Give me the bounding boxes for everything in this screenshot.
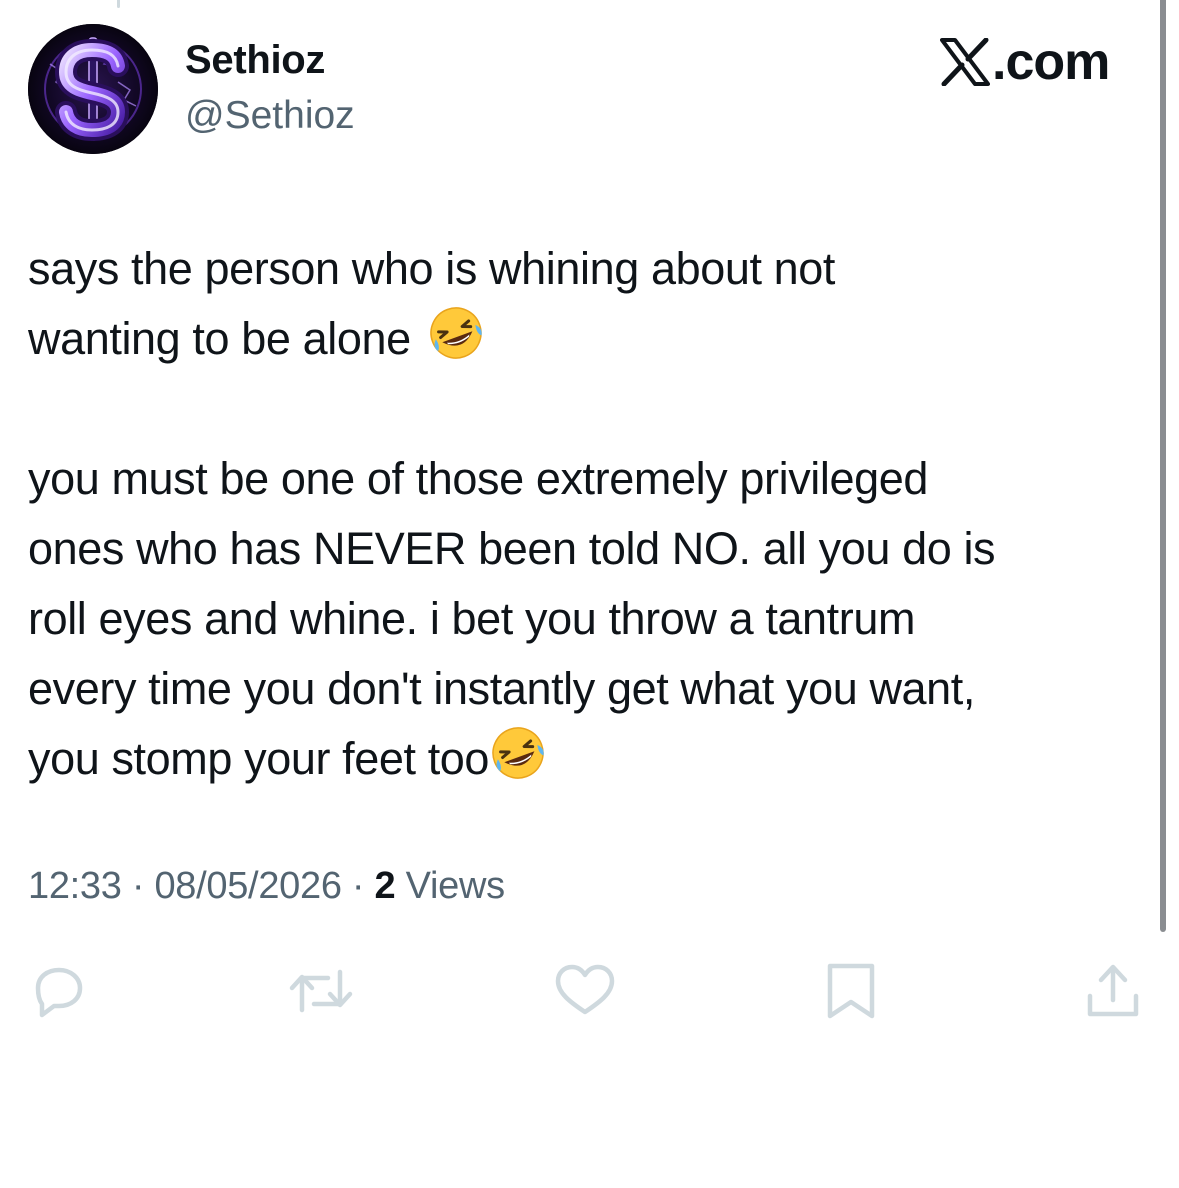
tweet-line: you must be one of those extremely privi…: [28, 444, 1153, 514]
tweet-line: wanting to be alone: [28, 304, 1153, 374]
tweet-line-text: says the person who is whining about not: [28, 243, 836, 294]
tweet-line-text: roll eyes and whine. i bet you throw a t…: [28, 593, 916, 644]
avatar[interactable]: [28, 24, 158, 154]
handle[interactable]: @Sethioz: [185, 94, 355, 138]
share-button[interactable]: [1080, 958, 1146, 1024]
meta-separator: ·: [121, 865, 155, 907]
repost-icon: [289, 969, 353, 1013]
tweet-text: says the person who is whining about not…: [28, 234, 1153, 794]
bookmark-button[interactable]: [818, 958, 884, 1024]
tweet-line-text: you must be one of those extremely privi…: [28, 453, 928, 504]
tweet-line-text: wanting to be alone: [28, 313, 411, 364]
tweet-line-text: ones who has NEVER been told NO. all you…: [28, 523, 996, 574]
rolling-laughing-emoji-icon: [427, 304, 485, 362]
tweet-line-text: you stomp your feet too: [28, 733, 490, 784]
like-button[interactable]: [552, 958, 618, 1024]
tweet-line: ones who has NEVER been told NO. all you…: [28, 514, 1153, 584]
divider-tick: [117, 0, 120, 8]
tweet-line: every time you don't instantly get what …: [28, 654, 1153, 724]
tweet-line: roll eyes and whine. i bet you throw a t…: [28, 584, 1153, 654]
tweet-time[interactable]: 12:33: [28, 865, 122, 907]
x-logo-icon: [940, 38, 990, 86]
display-name[interactable]: Sethioz: [185, 38, 325, 83]
repost-button[interactable]: [288, 958, 354, 1024]
tweet-meta: 12:33 · 08/05/2026 · 2 Views: [28, 865, 505, 908]
tweet-date[interactable]: 08/05/2026: [154, 865, 341, 907]
views-label[interactable]: Views: [395, 865, 505, 907]
brand-logo: .com: [940, 33, 1110, 91]
neon-dollar-sign-avatar: [28, 24, 158, 154]
tweet-line-text: every time you don't instantly get what …: [28, 663, 975, 714]
tweet-line: you stomp your feet too: [28, 724, 1153, 794]
heart-icon: [555, 964, 615, 1015]
reply-icon: [35, 967, 83, 1018]
rolling-laughing-emoji-icon: [489, 724, 547, 782]
tweet-line: says the person who is whining about not: [28, 234, 1153, 304]
views-count[interactable]: 2: [375, 865, 396, 907]
brand-text: .com: [992, 33, 1110, 91]
meta-separator: ·: [341, 865, 375, 907]
bookmark-icon: [827, 963, 875, 1019]
share-icon: [1087, 964, 1139, 1017]
reply-button[interactable]: [26, 958, 92, 1024]
scrollbar[interactable]: [1160, 0, 1166, 932]
